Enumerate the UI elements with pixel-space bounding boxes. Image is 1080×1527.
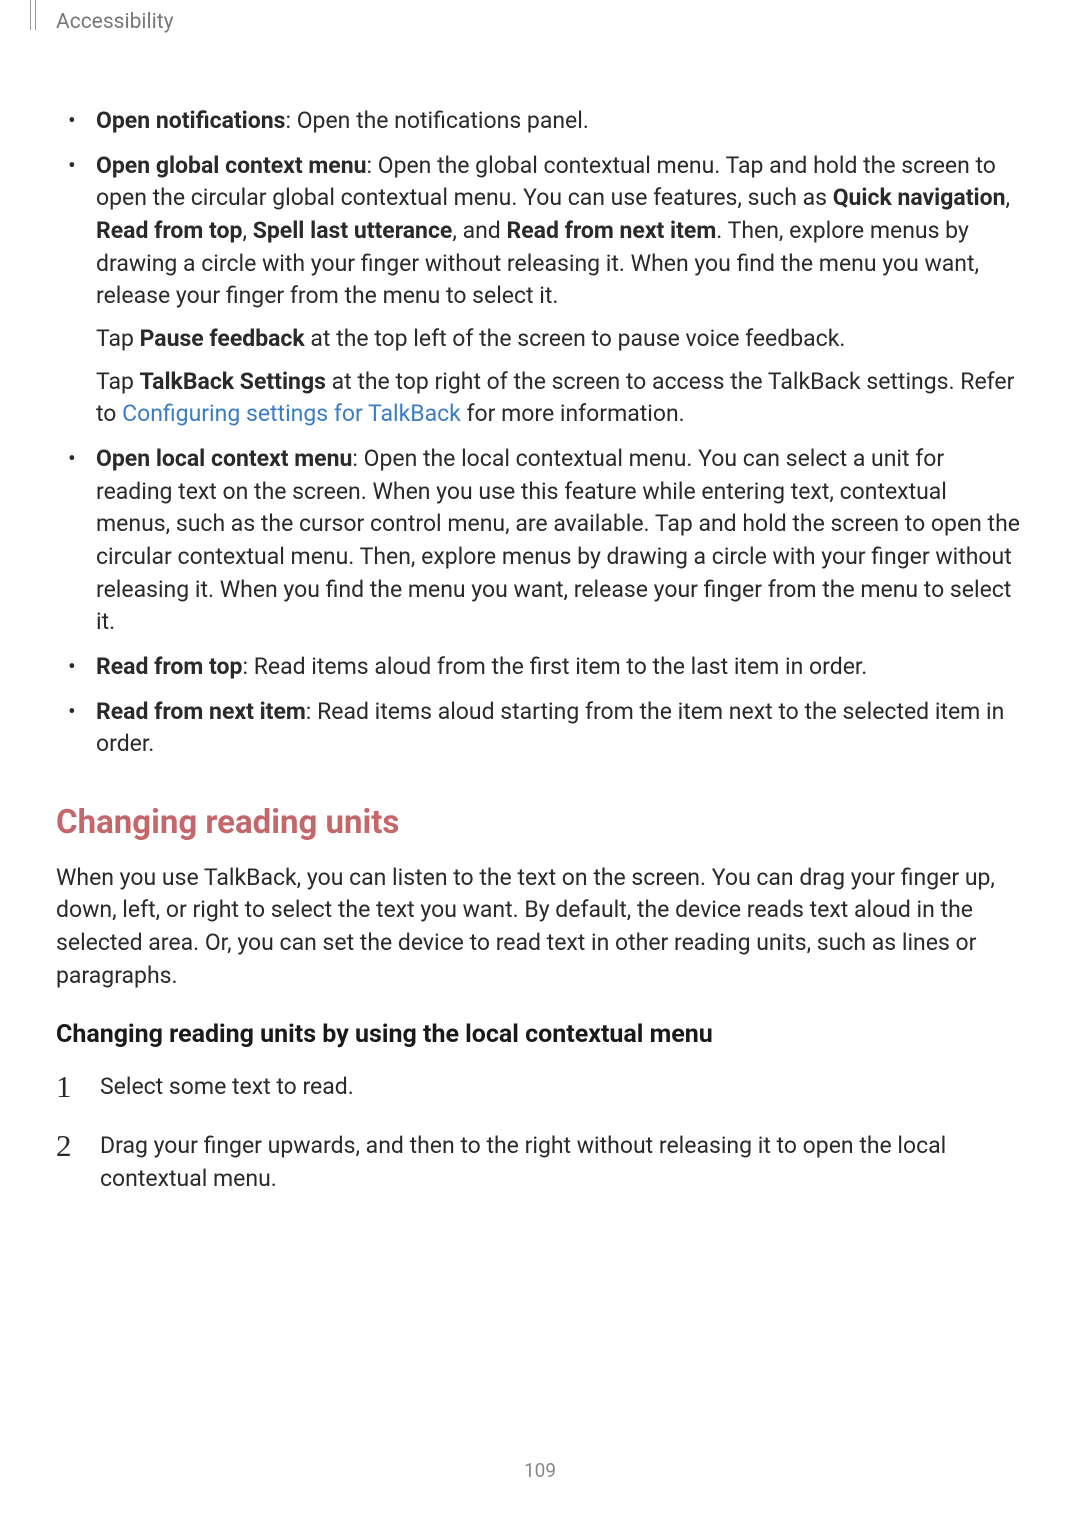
link-configuring-talkback[interactable]: Configuring settings for TalkBack — [122, 400, 461, 427]
sub-bold: TalkBack Settings — [140, 368, 326, 395]
bullet-bold: Open global context menu — [96, 152, 366, 179]
bullet-text: , — [242, 217, 252, 244]
content-area: Open notifications: Open the notificatio… — [56, 105, 1024, 1221]
step-text: Select some text to read. — [100, 1073, 354, 1100]
bullet-bold: Read from next item — [96, 698, 306, 725]
bullet-bold-inline: Quick navigation — [833, 184, 1006, 211]
step-1: 1 Select some text to read. — [56, 1071, 1024, 1104]
bullet-open-global-context-menu: Open global context menu: Open the globa… — [96, 150, 1024, 431]
bullet-rest: : Read items aloud from the first item t… — [242, 653, 867, 680]
page-number: 109 — [0, 1459, 1080, 1482]
sub-paragraph-talkback-settings: Tap TalkBack Settings at the top right o… — [96, 366, 1024, 431]
bullet-bold: Read from top — [96, 653, 242, 680]
step-number: 1 — [56, 1065, 72, 1109]
bullet-list: Open notifications: Open the notificatio… — [56, 105, 1024, 761]
bullet-text: , and — [452, 217, 506, 244]
bullet-open-notifications: Open notifications: Open the notificatio… — [96, 105, 1024, 138]
step-text: Drag your finger upwards, and then to th… — [100, 1132, 946, 1192]
sub-text: Tap — [96, 368, 140, 395]
header-marker — [30, 0, 36, 30]
sub-text: Tap — [96, 325, 140, 352]
bullet-read-from-next-item: Read from next item: Read items aloud st… — [96, 696, 1024, 761]
bullet-text: , — [1005, 184, 1010, 211]
bullet-bold-inline: Spell last utterance — [253, 217, 453, 244]
sub-bold: Pause feedback — [140, 325, 305, 352]
bullet-open-local-context-menu: Open local context menu: Open the local … — [96, 443, 1024, 639]
bullet-bold: Open notifications — [96, 107, 285, 134]
sub-text: for more information. — [461, 400, 685, 427]
header-section-label: Accessibility — [56, 10, 174, 34]
step-number: 2 — [56, 1124, 72, 1168]
sub-text: at the top left of the screen to pause v… — [305, 325, 846, 352]
bullet-read-from-top: Read from top: Read items aloud from the… — [96, 651, 1024, 684]
bullet-rest: : Open the local contextual menu. You ca… — [96, 445, 1020, 635]
step-2: 2 Drag your finger upwards, and then to … — [56, 1130, 1024, 1195]
heading-changing-reading-units: Changing reading units — [56, 803, 1024, 842]
bullet-bold: Open local context menu — [96, 445, 352, 472]
bullet-bold-inline: Read from next item — [506, 217, 716, 244]
bullet-bold-inline: Read from top — [96, 217, 242, 244]
sub-paragraph-pause-feedback: Tap Pause feedback at the top left of th… — [96, 323, 1024, 356]
subheading-local-contextual-menu: Changing reading units by using the loca… — [56, 1020, 1024, 1049]
bullet-rest: : Open the notifications panel. — [285, 107, 588, 134]
steps-list: 1 Select some text to read. 2 Drag your … — [56, 1071, 1024, 1195]
paragraph-reading-units-intro: When you use TalkBack, you can listen to… — [56, 862, 1024, 993]
